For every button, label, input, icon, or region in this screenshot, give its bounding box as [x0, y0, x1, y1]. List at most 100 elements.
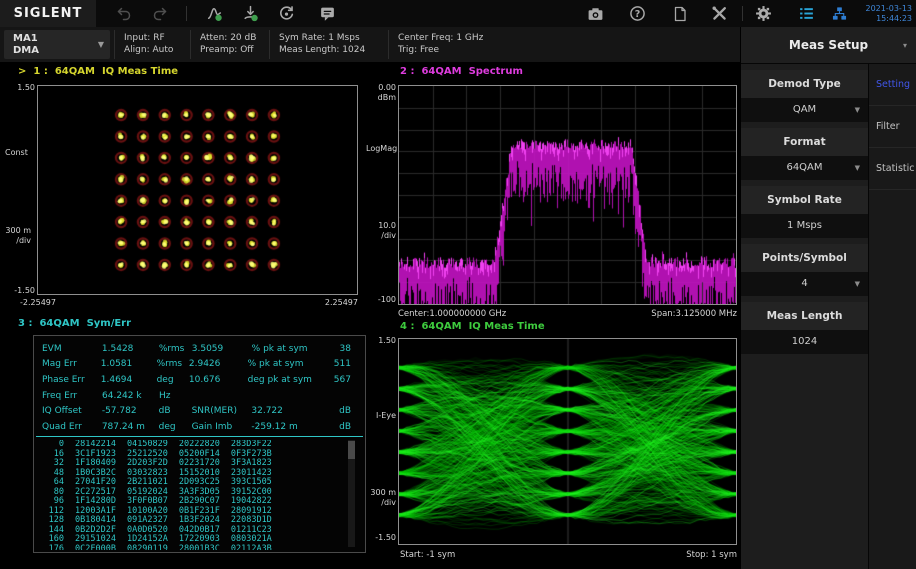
stat-name: Quad Err: [42, 422, 102, 432]
meas-length-label: Meas Length: [741, 302, 868, 330]
hexdump-scrollbar[interactable]: [348, 440, 355, 547]
window4-title[interactable]: 4 :64QAMIQ Meas Time: [400, 321, 552, 332]
stat-value-rms: 1.0581: [101, 359, 157, 369]
camera-icon[interactable]: [587, 5, 604, 22]
w1-scale-label: 300 m: [5, 226, 31, 235]
panel-header[interactable]: Meas Setup ▾: [741, 27, 916, 64]
w2-trace-label: LogMag: [366, 144, 396, 153]
w4-y-bottom-label: -1.50: [366, 533, 396, 542]
symbol-rate-value[interactable]: 1 Msps ▼: [741, 214, 868, 238]
w4-y-top-label: 1.50: [366, 336, 396, 345]
message-icon[interactable]: [319, 5, 336, 22]
stat-value-rms: 787.24 m: [102, 422, 159, 432]
w1-y-bottom-label: -1.50: [6, 286, 35, 295]
stat-value-pk: SNR(MER): [192, 406, 252, 416]
chevron-down-icon: ▼: [98, 40, 104, 49]
undo-icon[interactable]: [115, 5, 132, 22]
w2-scale-label: 10.0: [366, 221, 396, 230]
section-demod-type: Demod Type QAM ▼: [741, 70, 868, 122]
window4-name: IQ Meas Time: [469, 321, 545, 332]
w1-y-top-label: 1.50: [6, 83, 35, 92]
format-value[interactable]: 64QAM ▼: [741, 156, 868, 180]
points-symbol-label: Points/Symbol: [741, 244, 868, 272]
status-cell-atten: Atten: 20 dB Preamp: Off: [190, 30, 265, 59]
tab-statistic[interactable]: Statistic: [869, 148, 916, 190]
svg-text:?: ?: [635, 9, 641, 20]
toolbar-separator: [186, 6, 187, 21]
eye-diagram-plot[interactable]: [398, 338, 737, 545]
history-icon[interactable]: [278, 5, 295, 22]
symbol-rate-current: 1 Msps: [787, 220, 822, 231]
w1-x-left-label: -2.25497: [20, 298, 56, 307]
stat-name: Freq Err: [42, 391, 102, 401]
points-symbol-value[interactable]: 4 ▼: [741, 272, 868, 296]
window1-title[interactable]: >1 :64QAMIQ Meas Time: [18, 66, 185, 77]
status-align: Align: Auto: [124, 44, 186, 56]
demod-type-value[interactable]: QAM ▼: [741, 98, 868, 122]
w1-scale-unit-label: /div: [5, 236, 31, 245]
spectrum-plot[interactable]: [398, 85, 737, 305]
window2-index: 2 :: [400, 66, 414, 77]
window3-title[interactable]: 3 :64QAMSym/Err: [18, 318, 138, 329]
scrollbar-thumb[interactable]: [348, 441, 355, 459]
tab-filter[interactable]: Filter: [869, 106, 916, 148]
symerr-row: Phase Err 1.4694 deg 10.676 deg pk at sy…: [42, 372, 351, 388]
hex-word: 08290119: [127, 545, 168, 550]
gear-icon[interactable]: [755, 5, 772, 22]
stat-unit: deg: [157, 375, 189, 385]
chevron-down-icon: ▼: [855, 272, 860, 296]
demod-type-label: Demod Type: [741, 70, 868, 98]
window2-format: 64QAM: [421, 66, 461, 77]
format-label: Format: [741, 128, 868, 156]
w4-stop-label: Stop: 1 sym: [637, 550, 737, 560]
symerr-table[interactable]: EVM 1.5428 %rms 3.5059 % pk at sym 38 Ma…: [33, 335, 366, 553]
chevron-down-icon: ▾: [903, 41, 907, 50]
stat-unit: %rms: [157, 359, 189, 369]
datetime: 2021-03-13 15:44:23: [862, 4, 912, 24]
help-icon[interactable]: ?: [629, 5, 646, 22]
symerr-row: EVM 1.5428 %rms 3.5059 % pk at sym 38: [42, 341, 351, 357]
constellation-plot[interactable]: [37, 85, 358, 295]
symerr-row: Quad Err 787.24 m deg Gain Imb -259.12 m…: [42, 419, 351, 435]
redo-icon[interactable]: [151, 5, 168, 22]
symbol-hexdump: 0 28142214 04150829 20222820 283D3F22 16…: [38, 440, 347, 550]
symerr-stats: EVM 1.5428 %rms 3.5059 % pk at sym 38 Ma…: [42, 341, 351, 435]
time-text: 15:44:23: [862, 14, 912, 24]
w2-ref-level-label: 0.00: [366, 83, 396, 92]
meas-setup-panel: Meas Setup ▾ Demod Type QAM ▼ Format 64Q…: [740, 27, 916, 569]
analyzer-screen: SIGLENT: [0, 0, 916, 569]
w4-scale-unit-label: /div: [366, 498, 396, 507]
window2-title[interactable]: 2 : 64QAM Spectrum: [400, 66, 530, 77]
spectrum-canvas: [399, 86, 736, 304]
symerr-row: IQ Offset -57.782 dB SNR(MER) 32.722 dB: [42, 403, 351, 419]
list-icon[interactable]: [798, 5, 815, 22]
demod-type-current: QAM: [793, 104, 816, 115]
meas-length-current: 1024: [792, 336, 817, 347]
top-toolbar: SIGLENT: [0, 0, 916, 27]
stat-pk-sym: 38: [340, 344, 351, 354]
stat-pk-sym: dB: [339, 406, 351, 416]
window2-name: Spectrum: [469, 66, 523, 77]
section-meas-length: Meas Length 1024 ▼: [741, 302, 868, 354]
stat-value-rms: 1.5428: [102, 344, 159, 354]
status-input: Input: RF: [124, 32, 186, 44]
tools-icon[interactable]: [711, 5, 728, 22]
section-points-symbol: Points/Symbol 4 ▼: [741, 244, 868, 296]
section-format: Format 64QAM ▼: [741, 128, 868, 180]
w4-trace-label: I-Eye: [366, 411, 396, 420]
window3-format: 64QAM: [39, 318, 79, 329]
lan-icon[interactable]: [831, 5, 848, 22]
file-icon[interactable]: [671, 5, 688, 22]
toolbar-separator: [742, 6, 743, 21]
window4-index: 4 :: [400, 321, 414, 332]
window3-name: Sym/Err: [87, 318, 132, 329]
meter-select-dropdown[interactable]: MA1 DMA ▼: [4, 30, 110, 59]
tab-setting[interactable]: Setting: [869, 64, 916, 106]
marker-icon[interactable]: [242, 5, 259, 22]
chevron-down-icon: ▼: [855, 98, 860, 122]
w2-scale-unit-label: /div: [366, 231, 396, 240]
meas-length-value[interactable]: 1024 ▼: [741, 330, 868, 354]
meter-mode: DMA: [13, 45, 98, 57]
peak-search-icon[interactable]: [206, 5, 223, 22]
status-cell-symrate: Sym Rate: 1 Msps Meas Length: 1024: [269, 30, 384, 59]
